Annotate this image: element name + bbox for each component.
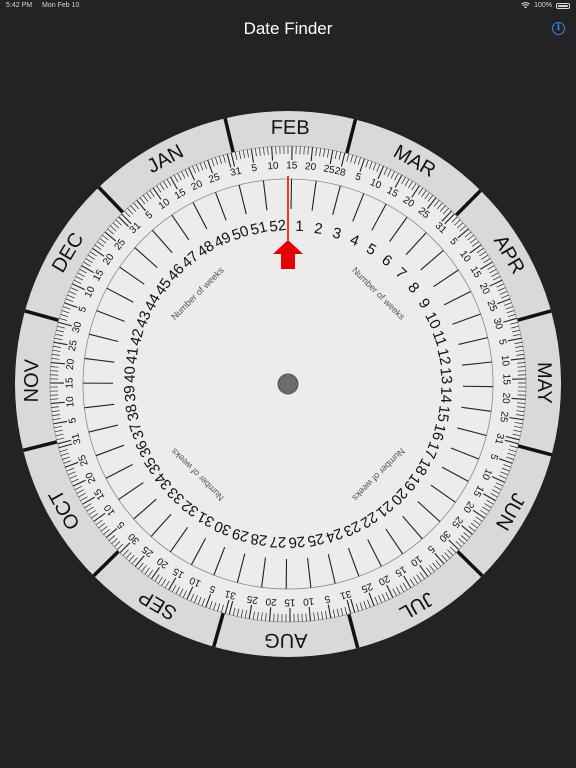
day-label: 15 — [284, 596, 296, 607]
week-number: 40 — [122, 366, 139, 383]
day-label: 20 — [65, 358, 77, 371]
date-wheel[interactable]: JANFEBMARAPRMAYJUNJULAUGSEPOCTNOVDEC 510… — [0, 0, 576, 768]
month-label: NOV — [21, 358, 44, 402]
day-label: 15 — [64, 377, 75, 389]
day-label: 10 — [499, 354, 511, 367]
day-label: 20 — [304, 161, 317, 173]
day-label: 25 — [246, 593, 259, 606]
week-number: 15 — [434, 404, 453, 423]
day-label: 15 — [286, 160, 298, 171]
day-label: 10 — [302, 595, 315, 607]
day-label: 20 — [265, 595, 277, 607]
month-label: MAY — [533, 362, 555, 404]
week-number: 28 — [250, 530, 269, 549]
day-label: 15 — [500, 374, 511, 386]
week-number: 52 — [268, 217, 287, 236]
week-number: 14 — [437, 386, 454, 403]
month-label: FEB — [271, 117, 310, 139]
week-number: 27 — [269, 533, 286, 550]
week-number: 41 — [123, 346, 142, 365]
day-label: 10 — [267, 161, 279, 173]
week-number: 39 — [121, 384, 140, 403]
month-label: AUG — [264, 629, 308, 651]
day-label: 10 — [65, 395, 77, 407]
week-tick — [290, 179, 293, 210]
day-label: 25 — [497, 410, 510, 423]
week-number: 26 — [288, 532, 306, 551]
center-hub — [277, 373, 299, 395]
week-number: 1 — [295, 218, 304, 235]
week-number: 13 — [436, 367, 455, 385]
day-label: 20 — [500, 392, 512, 404]
